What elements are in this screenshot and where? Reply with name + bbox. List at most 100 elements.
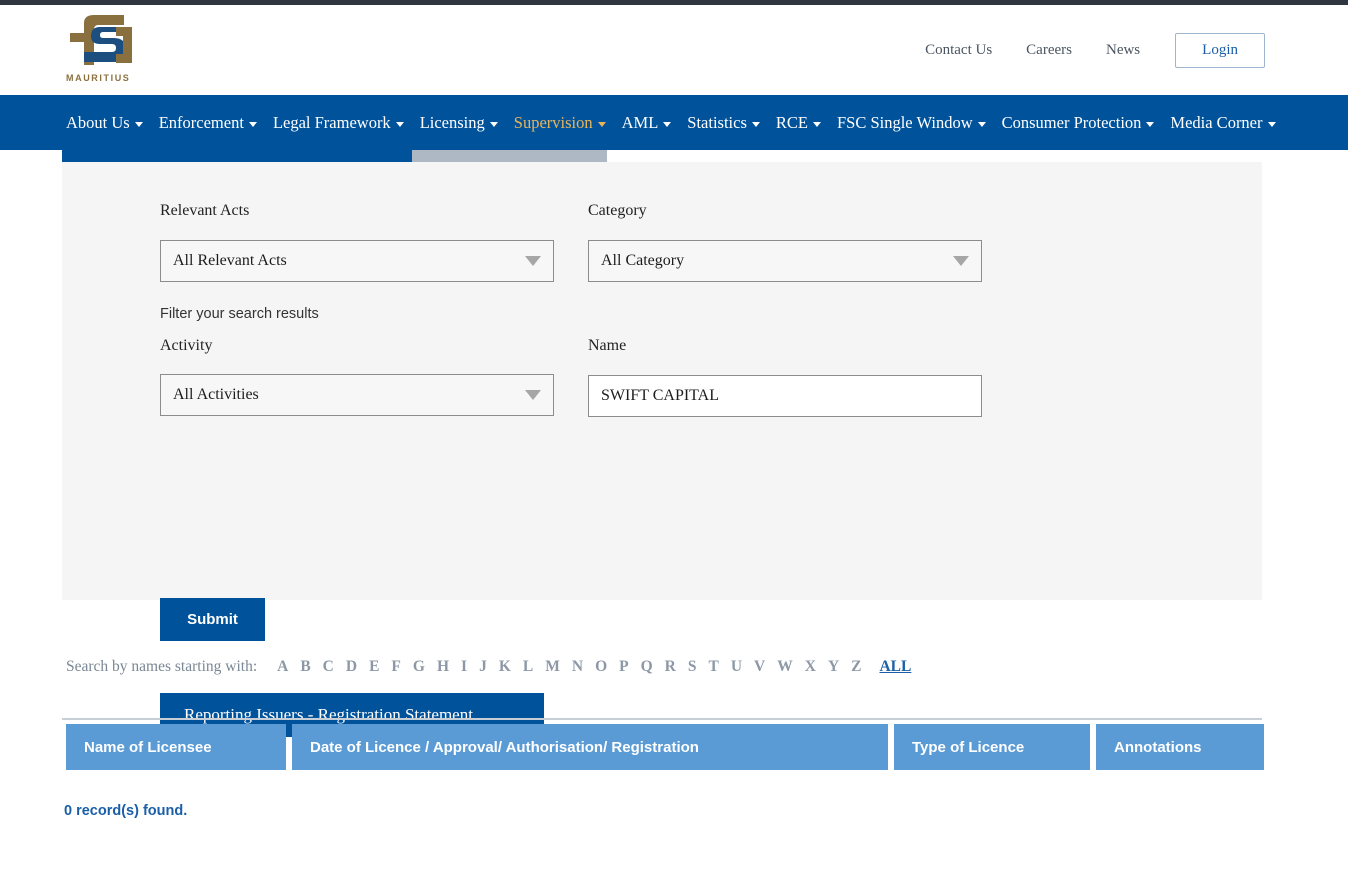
category-value: All Category — [601, 252, 685, 269]
table-top-divider — [62, 718, 1262, 720]
alpha-letter-i[interactable]: I — [461, 658, 467, 676]
chevron-down-icon — [489, 122, 498, 127]
chevron-down-icon — [597, 122, 606, 127]
alpha-letter-j[interactable]: J — [479, 658, 487, 676]
submit-button[interactable]: Submit — [160, 598, 265, 641]
chevron-down-icon — [812, 122, 821, 127]
chevron-down-icon — [663, 122, 672, 127]
nav-item-about-us[interactable]: About Us — [66, 113, 143, 133]
alpha-letter-y[interactable]: Y — [828, 658, 839, 676]
alpha-letter-l[interactable]: L — [523, 658, 533, 676]
chevron-down-icon — [248, 122, 257, 127]
header-link-contact-us[interactable]: Contact Us — [908, 42, 1009, 59]
nav-label: About Us — [66, 112, 130, 132]
activity-label: Activity — [160, 337, 213, 354]
header-link-news[interactable]: News — [1089, 42, 1157, 59]
nav-label: AML — [621, 112, 659, 132]
filter-note: Filter your search results — [160, 306, 319, 322]
tab-active-indicator[interactable] — [62, 150, 412, 162]
column-header-date-of-licence[interactable]: Date of Licence / Approval/ Authorisatio… — [292, 724, 888, 770]
alpha-letter-r[interactable]: R — [665, 658, 676, 676]
header-link-careers[interactable]: Careers — [1009, 42, 1089, 59]
alpha-letter-m[interactable]: M — [545, 658, 560, 676]
alpha-filter-all[interactable]: ALL — [879, 658, 911, 676]
tab-inactive-indicator[interactable] — [412, 150, 607, 162]
header-utility-nav: Contact Us Careers News Login — [908, 5, 1348, 95]
alpha-letter-n[interactable]: N — [572, 658, 583, 676]
chevron-down-icon — [1267, 122, 1276, 127]
nav-label: Media Corner — [1170, 112, 1263, 132]
alpha-letter-s[interactable]: S — [688, 658, 697, 676]
nav-label: FSC Single Window — [836, 112, 973, 132]
chevron-down-icon — [395, 122, 404, 127]
nav-item-licensing[interactable]: Licensing — [420, 113, 498, 133]
nav-item-consumer-protection[interactable]: Consumer Protection — [1002, 113, 1155, 133]
chevron-down-icon — [134, 122, 143, 127]
fsc-logo[interactable]: MAURITIUS — [66, 13, 136, 87]
alpha-letter-v[interactable]: V — [754, 658, 765, 676]
search-form-panel: Relevant Acts All Relevant Acts Category… — [62, 162, 1262, 737]
relevant-acts-select[interactable]: All Relevant Acts — [160, 240, 554, 282]
alpha-letter-z[interactable]: Z — [851, 658, 861, 676]
nav-label: Statistics — [687, 112, 747, 132]
category-label: Category — [588, 202, 647, 219]
relevant-acts-value: All Relevant Acts — [173, 252, 287, 269]
alpha-letter-c[interactable]: C — [323, 658, 334, 676]
activity-select[interactable]: All Activities — [160, 374, 554, 416]
records-found-text: 0 record(s) found. — [64, 803, 188, 819]
alpha-letter-o[interactable]: O — [595, 658, 607, 676]
category-select[interactable]: All Category — [588, 240, 982, 282]
activity-value: All Activities — [173, 386, 259, 403]
nav-item-supervision[interactable]: Supervision — [514, 113, 606, 133]
alpha-letter-a[interactable]: A — [277, 658, 288, 676]
login-button[interactable]: Login — [1175, 32, 1265, 68]
nav-item-fsc-single-window[interactable]: FSC Single Window — [837, 113, 986, 133]
chevron-down-icon — [525, 390, 541, 400]
column-header-name-of-licensee[interactable]: Name of Licensee — [66, 724, 286, 770]
nav-label: Legal Framework — [272, 112, 391, 132]
chevron-down-icon — [751, 122, 760, 127]
alpha-letter-x[interactable]: X — [805, 658, 816, 676]
nav-label: Enforcement — [158, 112, 244, 132]
alpha-letter-d[interactable]: D — [346, 658, 357, 676]
site-header: MAURITIUS Contact Us Careers News Login — [0, 5, 1348, 95]
nav-item-rce[interactable]: RCE — [776, 113, 821, 133]
chevron-down-icon — [977, 122, 986, 127]
chevron-down-icon — [525, 256, 541, 266]
nav-item-enforcement[interactable]: Enforcement — [159, 113, 257, 133]
logo-wordmark: MAURITIUS — [66, 73, 131, 83]
chevron-down-icon — [953, 256, 969, 266]
fsc-logo-icon — [70, 15, 132, 65]
alpha-letter-w[interactable]: W — [777, 658, 793, 676]
alpha-letter-t[interactable]: T — [708, 658, 718, 676]
page-root: MAURITIUS Contact Us Careers News Login … — [0, 0, 1348, 875]
alpha-letter-h[interactable]: H — [437, 658, 449, 676]
main-navigation: About Us Enforcement Legal Framework Lic… — [0, 95, 1348, 150]
alpha-letter-q[interactable]: Q — [641, 658, 653, 676]
nav-item-legal-framework[interactable]: Legal Framework — [273, 113, 404, 133]
nav-label: Supervision — [513, 112, 593, 132]
column-header-type-of-licence[interactable]: Type of Licence — [894, 724, 1090, 770]
results-table-header: Name of Licensee Date of Licence / Appro… — [66, 724, 1264, 770]
nav-label: Licensing — [419, 112, 485, 132]
alpha-letter-k[interactable]: K — [499, 658, 511, 676]
chevron-down-icon — [1146, 122, 1155, 127]
alpha-letter-p[interactable]: P — [619, 658, 628, 676]
alpha-letter-g[interactable]: G — [413, 658, 425, 676]
alpha-letter-f[interactable]: F — [391, 658, 400, 676]
name-input[interactable]: SWIFT CAPITAL — [588, 375, 982, 417]
name-label: Name — [588, 337, 627, 354]
alphabet-filter-label: Search by names starting with: — [66, 658, 258, 675]
alpha-letter-e[interactable]: E — [369, 658, 379, 676]
relevant-acts-label: Relevant Acts — [160, 202, 250, 219]
alpha-letter-u[interactable]: U — [731, 658, 742, 676]
nav-item-aml[interactable]: AML — [622, 113, 672, 133]
nav-item-media-corner[interactable]: Media Corner — [1170, 112, 1276, 133]
nav-label: Consumer Protection — [1001, 112, 1142, 132]
nav-label: RCE — [775, 112, 808, 132]
alpha-letter-b[interactable]: B — [300, 658, 310, 676]
alphabet-filter: Search by names starting with: A B C D E… — [66, 658, 911, 676]
column-header-annotations[interactable]: Annotations — [1096, 724, 1264, 770]
nav-item-statistics[interactable]: Statistics — [687, 113, 760, 133]
tab-strip — [0, 150, 1348, 162]
